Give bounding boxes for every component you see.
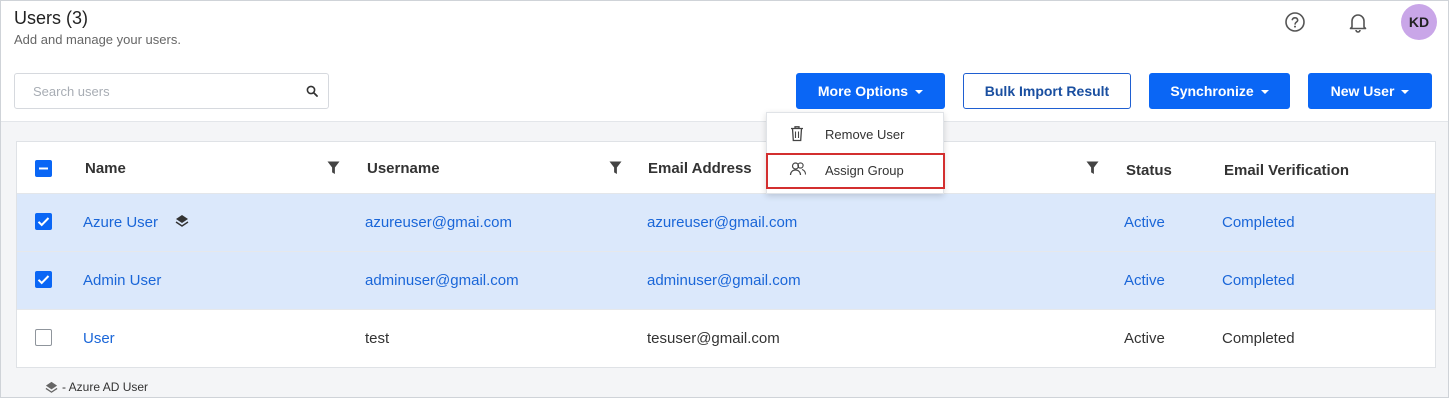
table-row[interactable]: User test tesuser@gmail.com Active Compl… <box>17 310 1435 368</box>
trash-icon <box>789 125 805 147</box>
verification-value: Completed <box>1222 330 1295 347</box>
column-header-email-verification[interactable]: Email Verification <box>1224 162 1349 179</box>
user-name-link[interactable]: Admin User <box>83 272 161 289</box>
new-user-label: New User <box>1330 83 1395 99</box>
search-icon[interactable] <box>306 84 318 102</box>
column-header-username[interactable]: Username <box>367 160 440 177</box>
username-link[interactable]: azureuser@gmai.com <box>365 214 512 231</box>
menu-item-assign-group[interactable]: Assign Group <box>766 153 945 189</box>
more-options-label: More Options <box>817 83 909 99</box>
bulk-import-label: Bulk Import Result <box>984 83 1110 99</box>
username-link[interactable]: adminuser@gmail.com <box>365 272 519 289</box>
user-avatar[interactable]: KD <box>1401 4 1437 40</box>
menu-item-label: Assign Group <box>825 163 904 178</box>
user-name-link[interactable]: Azure User <box>83 214 158 231</box>
menu-item-remove-user[interactable]: Remove User <box>767 117 945 153</box>
app-frame: Users (3) Add and manage your users. KD … <box>0 0 1449 398</box>
table-header: Name Username Email Address Status Email… <box>17 142 1435 194</box>
azure-layers-icon <box>175 214 189 233</box>
select-all-checkbox[interactable] <box>35 160 52 177</box>
status-value: Active <box>1124 330 1165 347</box>
azure-layers-icon <box>45 381 58 394</box>
column-header-email[interactable]: Email Address <box>648 160 752 177</box>
filter-icon[interactable] <box>327 161 340 180</box>
filter-icon[interactable] <box>1086 161 1099 180</box>
username-value: test <box>365 330 390 347</box>
users-table: Name Username Email Address Status Email… <box>16 141 1436 368</box>
page-title: Users (3) <box>14 8 89 28</box>
bulk-import-result-button[interactable]: Bulk Import Result <box>963 73 1131 109</box>
email-link[interactable]: adminuser@gmail.com <box>647 272 801 289</box>
page-header: Users (3) Add and manage your users. KD … <box>1 1 1448 122</box>
search-input[interactable] <box>15 74 285 108</box>
page-subtitle: Add and manage your users. <box>14 32 181 47</box>
user-name-link[interactable]: User <box>83 330 115 347</box>
synchronize-label: Synchronize <box>1170 83 1254 99</box>
synchronize-button[interactable]: Synchronize <box>1149 73 1290 109</box>
status-value[interactable]: Active <box>1124 272 1165 289</box>
column-header-status[interactable]: Status <box>1126 162 1172 179</box>
search-box <box>14 73 329 109</box>
more-options-button[interactable]: More Options <box>796 73 945 109</box>
chevron-down-icon <box>1260 90 1269 94</box>
legend-text: - Azure AD User <box>62 380 149 394</box>
chevron-down-icon <box>1401 90 1410 94</box>
bell-icon[interactable] <box>1345 9 1371 35</box>
legend-note: - Azure AD User <box>45 380 148 394</box>
new-user-button[interactable]: New User <box>1308 73 1432 109</box>
help-icon[interactable] <box>1282 9 1308 35</box>
column-header-name[interactable]: Name <box>85 160 126 177</box>
verification-value[interactable]: Completed <box>1222 214 1295 231</box>
chevron-down-icon <box>915 90 924 94</box>
row-checkbox[interactable] <box>35 329 52 346</box>
filter-icon[interactable] <box>609 161 622 180</box>
table-row[interactable]: Azure User azureuser@gmai.com azureuser@… <box>17 194 1435 252</box>
row-checkbox[interactable] <box>35 271 52 288</box>
row-checkbox[interactable] <box>35 213 52 230</box>
verification-value[interactable]: Completed <box>1222 272 1295 289</box>
email-value: tesuser@gmail.com <box>647 330 780 347</box>
status-value[interactable]: Active <box>1124 214 1165 231</box>
table-row[interactable]: Admin User adminuser@gmail.com adminuser… <box>17 252 1435 310</box>
email-link[interactable]: azureuser@gmail.com <box>647 214 797 231</box>
menu-item-label: Remove User <box>825 127 905 142</box>
more-options-dropdown: Remove User Assign Group <box>766 112 945 194</box>
users-group-icon <box>789 161 807 182</box>
